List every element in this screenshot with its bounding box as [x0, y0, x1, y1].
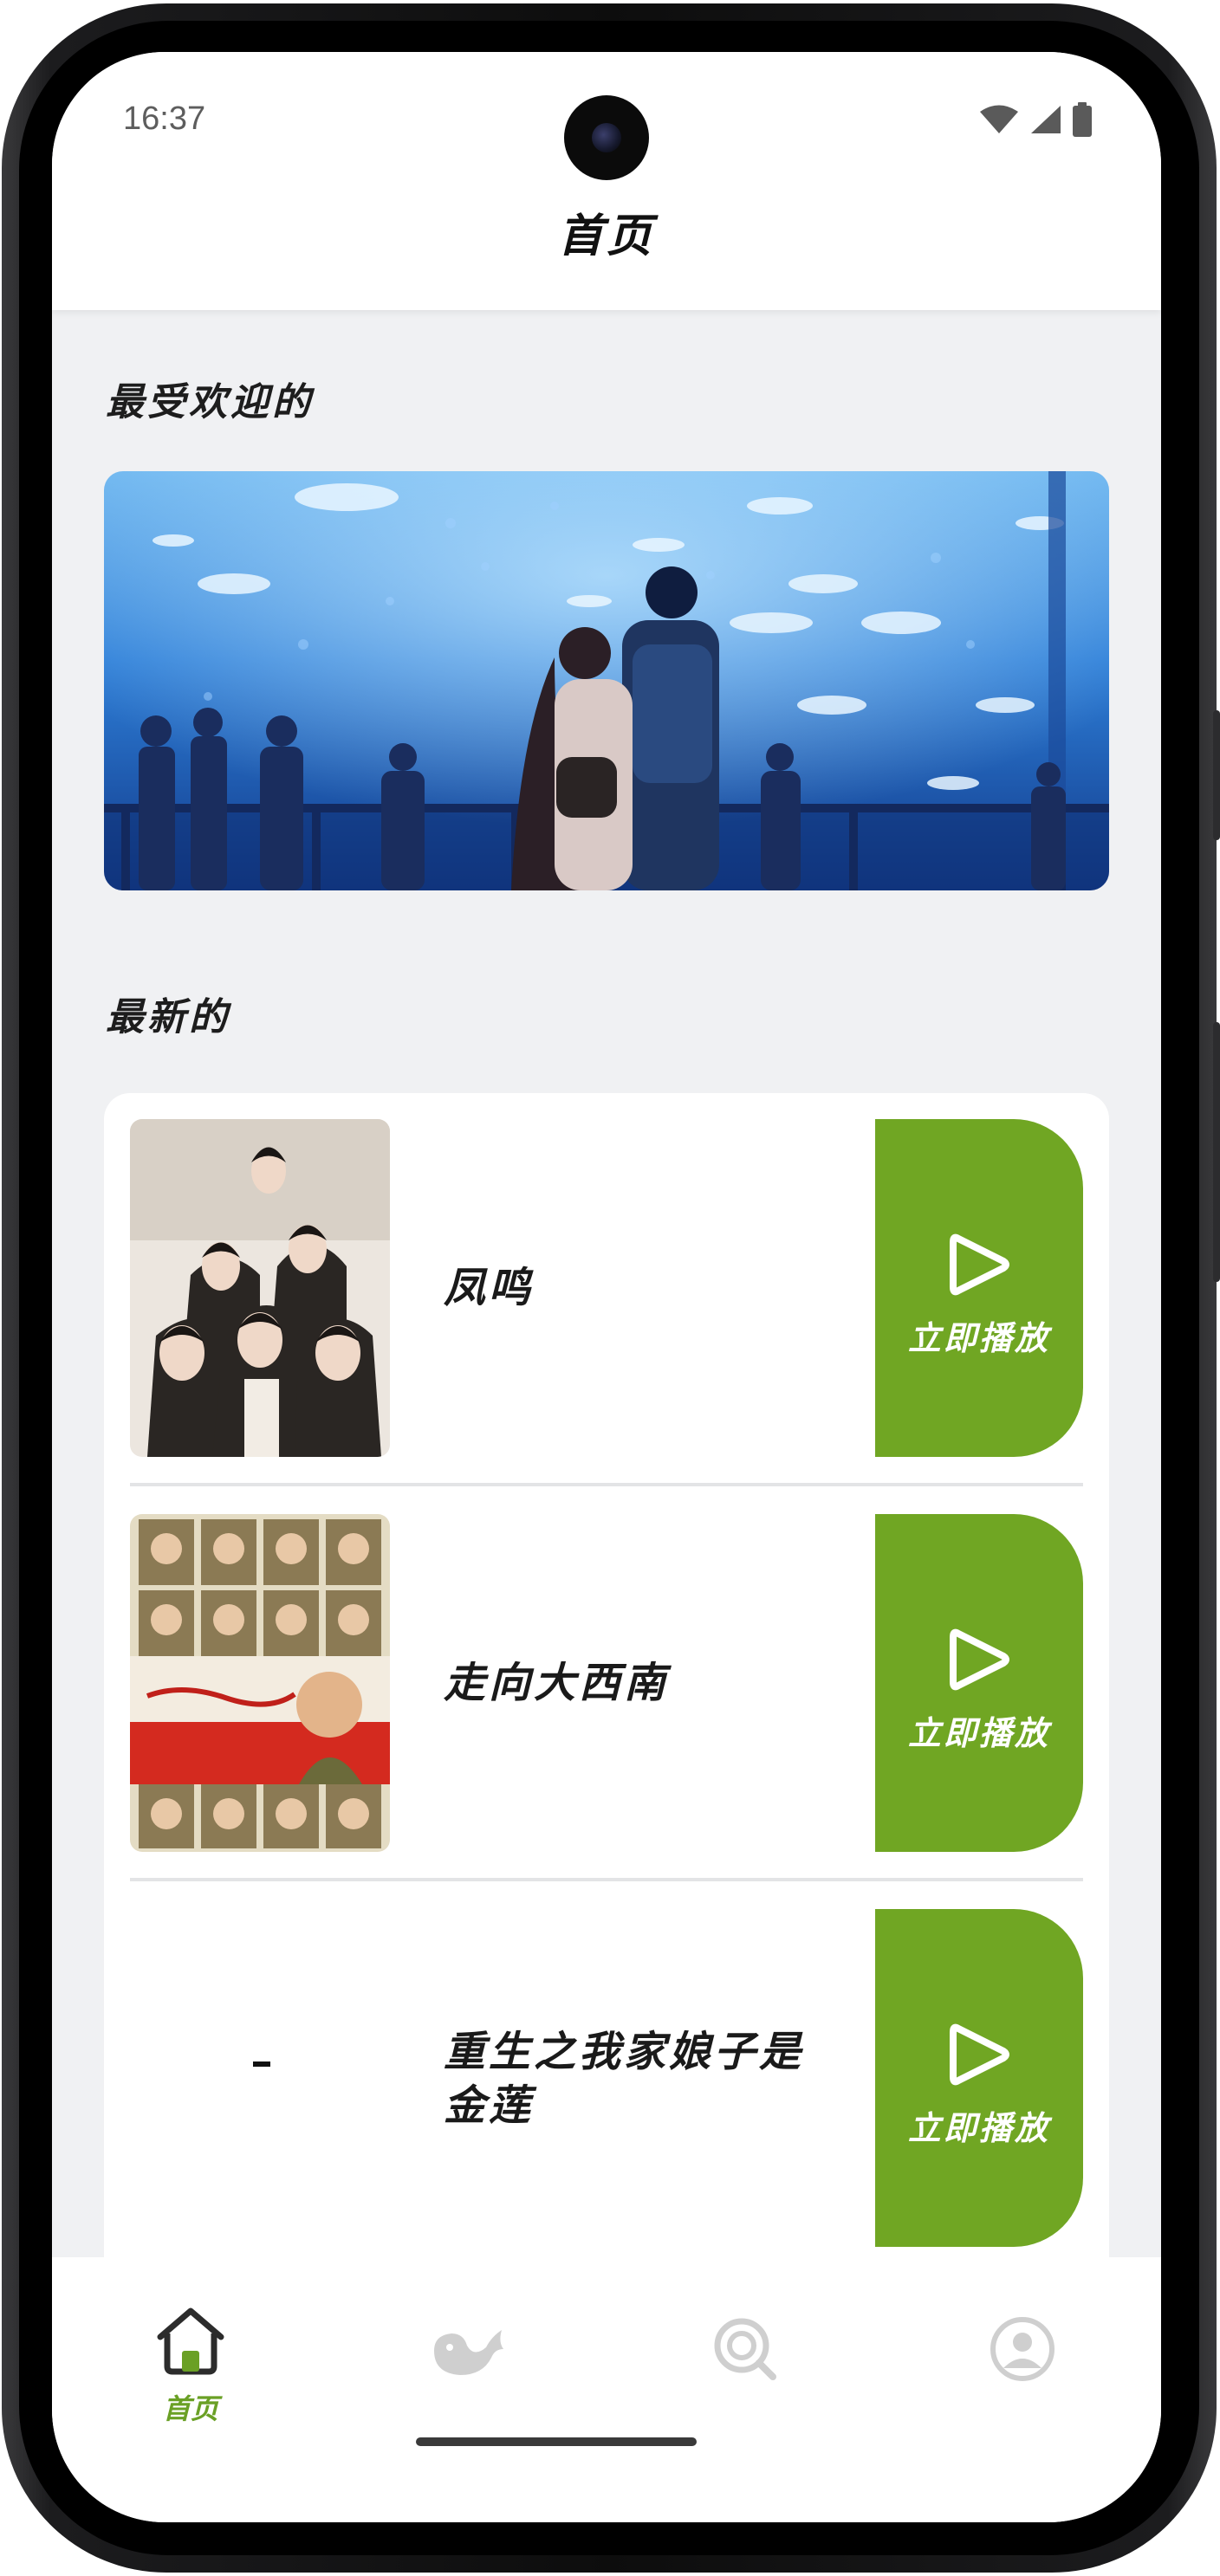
app-header: 16:37 首页 — [52, 52, 1161, 310]
cellular-signal-icon — [1031, 106, 1061, 133]
item-title: 重生之我家娘子是金莲 — [444, 2028, 805, 2130]
status-time: 16:37 — [123, 100, 206, 137]
play-now-button[interactable]: 立即播放 — [875, 1514, 1083, 1852]
tab-search[interactable] — [676, 2301, 814, 2430]
profile-icon — [990, 2317, 1055, 2381]
list-item[interactable]: 走向大西南 立即播放 — [130, 1514, 1083, 1852]
popular-heading: 最受欢迎的 — [106, 380, 314, 424]
app-screen: 16:37 首页 最受欢迎的 最新的 凤鸣 立即播放 走向大西南 立即播放 重生… — [52, 52, 1161, 2522]
play-now-button[interactable]: 立即播放 — [875, 1119, 1083, 1457]
item-title: 凤鸣 — [444, 1264, 535, 1312]
play-icon — [950, 1628, 1009, 1691]
play-now-button[interactable]: 立即播放 — [875, 1909, 1083, 2247]
front-camera — [564, 95, 649, 180]
home-indicator[interactable] — [416, 2437, 697, 2446]
power-button — [1213, 710, 1220, 840]
bottom-tab-bar: 首页 — [52, 2257, 1161, 2522]
tab-whale[interactable] — [399, 2301, 537, 2430]
list-item[interactable]: 凤鸣 立即播放 — [130, 1119, 1083, 1457]
play-now-label: 立即播放 — [907, 1714, 1050, 1752]
cast-group-poster — [130, 1119, 390, 1457]
search-icon — [714, 2318, 776, 2380]
tab-home-label: 首页 — [162, 2392, 218, 2425]
latest-heading: 最新的 — [106, 995, 230, 1039]
popular-banner[interactable] — [104, 471, 1109, 890]
aquarium-illustration — [104, 471, 1109, 890]
play-now-label: 立即播放 — [907, 2109, 1050, 2147]
placeholder-dash — [253, 2061, 270, 2067]
whale-icon — [434, 2330, 503, 2375]
volume-button — [1213, 1022, 1220, 1282]
tab-profile[interactable] — [953, 2301, 1092, 2430]
item-title: 走向大西南 — [444, 1659, 670, 1707]
poster-placeholder — [130, 1909, 390, 2247]
historical-drama-poster — [130, 1514, 390, 1852]
battery-icon — [1073, 102, 1092, 137]
status-icons — [979, 102, 1092, 137]
home-icon — [157, 2307, 224, 2375]
play-now-label: 立即播放 — [907, 1319, 1050, 1357]
list-divider — [130, 1878, 1083, 1881]
wifi-icon — [980, 105, 1018, 133]
play-icon — [950, 1233, 1009, 1296]
latest-list: 凤鸣 立即播放 走向大西南 立即播放 重生之我家娘子是金莲 立即播放 — [104, 1093, 1109, 2306]
play-icon — [950, 2023, 1009, 2086]
list-divider — [130, 1483, 1083, 1486]
page-title: 首页 — [557, 210, 655, 262]
tab-home[interactable]: 首页 — [121, 2301, 260, 2430]
list-item[interactable]: 重生之我家娘子是金莲 立即播放 — [130, 1909, 1083, 2247]
